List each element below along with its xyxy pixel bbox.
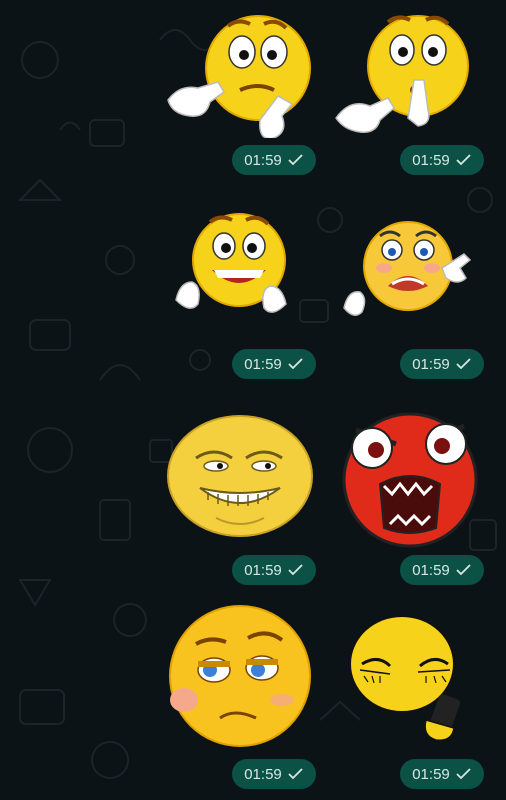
smug-emoji-sticker[interactable] <box>160 600 320 750</box>
message-time: 01:59 <box>244 561 282 579</box>
sticker-message[interactable]: 01:59 <box>160 400 320 590</box>
message-time: 01:59 <box>412 561 450 579</box>
single-check-icon <box>288 768 303 780</box>
message-time: 01:59 <box>244 355 282 373</box>
single-check-icon <box>456 154 471 166</box>
message-time: 01:59 <box>244 765 282 783</box>
message-meta: 01:59 <box>232 759 316 789</box>
message-meta: 01:59 <box>232 555 316 585</box>
single-check-icon <box>456 564 471 576</box>
message-meta: 01:59 <box>400 145 484 175</box>
message-meta: 01:59 <box>400 555 484 585</box>
message-meta: 01:59 <box>400 759 484 789</box>
single-check-icon <box>288 564 303 576</box>
sticker-message[interactable]: 01:59 <box>330 212 490 387</box>
squinting-phone-emoji-sticker[interactable] <box>330 600 490 750</box>
shushing-emoji-sticker[interactable] <box>330 8 490 138</box>
single-check-icon <box>456 768 471 780</box>
single-check-icon <box>456 358 471 370</box>
grinning-emoji-sticker[interactable] <box>160 212 320 322</box>
sticker-message[interactable]: 01:59 <box>160 212 320 387</box>
annoyed-pointing-emoji-sticker[interactable] <box>330 212 490 322</box>
message-meta: 01:59 <box>232 145 316 175</box>
single-check-icon <box>288 154 303 166</box>
message-meta: 01:59 <box>400 349 484 379</box>
sticker-message[interactable]: 01:59 <box>160 600 320 795</box>
trollface-emoji-sticker[interactable] <box>160 400 320 550</box>
single-check-icon <box>288 358 303 370</box>
chat-message-list[interactable]: 01:59 01:59 01:59 01:59 01:59 01:59 01:5… <box>0 0 506 800</box>
message-time: 01:59 <box>412 765 450 783</box>
message-time: 01:59 <box>412 151 450 169</box>
message-meta: 01:59 <box>232 349 316 379</box>
sticker-message[interactable]: 01:59 <box>160 8 320 183</box>
rage-emoji-sticker[interactable] <box>330 400 490 550</box>
thinking-emoji-sticker[interactable] <box>160 8 320 138</box>
message-time: 01:59 <box>244 151 282 169</box>
sticker-message[interactable]: 01:59 <box>330 600 490 795</box>
sticker-message[interactable]: 01:59 <box>330 400 490 590</box>
message-time: 01:59 <box>412 355 450 373</box>
sticker-message[interactable]: 01:59 <box>330 8 490 183</box>
